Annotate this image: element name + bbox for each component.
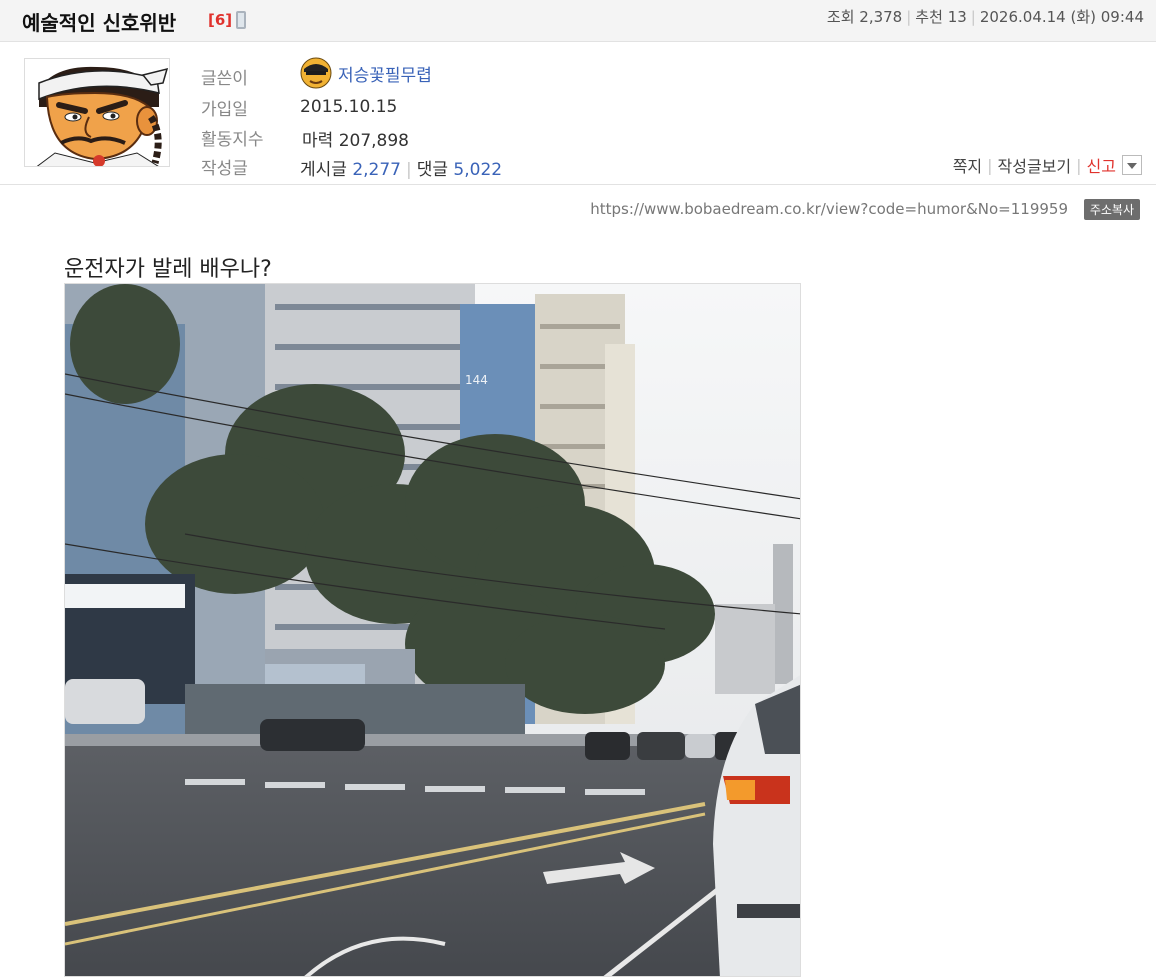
post-title: 예술적인 신호위반 [22,11,177,35]
views-count: 2,378 [859,8,903,26]
activity-label: 활동지수 [201,130,264,150]
recommend-count: 13 [947,8,967,26]
recommend-label: 추천 [915,8,943,26]
posts-label: 작성글 [201,159,248,179]
chevron-down-icon[interactable] [1122,155,1142,175]
mobile-icon [236,11,246,29]
comments-count[interactable]: 5,022 [453,160,502,180]
writer-name[interactable]: 저승꽃필무렵 [338,66,432,86]
message-button[interactable]: 쪽지 [953,153,982,177]
posts-count[interactable]: 2,277 [352,160,401,180]
writer-name-link[interactable]: 저승꽃필무렵 [300,57,432,92]
posts-prefix: 게시글 [300,160,347,180]
writer-label: 글쓴이 [201,69,248,89]
building-right-number: 144 [465,373,488,387]
author-avatar[interactable] [24,58,170,167]
author-actions: 쪽지 | 작성글보기 | 신고 [953,153,1142,177]
report-button[interactable]: 신고 [1087,153,1116,177]
comment-count[interactable]: [6] [208,11,232,29]
view-posts-button[interactable]: 작성글보기 [998,153,1072,177]
copy-url-button[interactable]: 주소복사 [1083,199,1140,220]
comments-prefix: 댓글 [416,160,449,180]
body-title: 운전자가 발레 배우나? [64,257,272,282]
activity-prefix: 마력 [302,131,334,151]
joined-label: 가입일 [201,100,248,120]
activity-value: 마력 207,898 [302,126,409,151]
post-image: 143 144 [64,283,801,977]
activity-number: 207,898 [338,131,409,151]
views-label: 조회 [826,8,855,26]
title-bar: 예술적인 신호위반 [6] 조회 2,378 | 추천 13 | 2026.04.14 … [0,0,1156,42]
post-url: https://www.bobaedream.co.kr/view?code=h… [590,200,1068,218]
posts-stats: 게시글 2,277 | 댓글 5,022 [300,160,503,180]
joined-date: 2015.10.15 [300,97,398,117]
divider [0,184,1156,185]
post-datetime: 2026.04.14 (화) 09:44 [979,8,1144,26]
post-meta: 조회 2,378 | 추천 13 | 2026.04.14 (화) 09:44 [826,8,1144,26]
writer-avatar-icon [300,57,332,89]
